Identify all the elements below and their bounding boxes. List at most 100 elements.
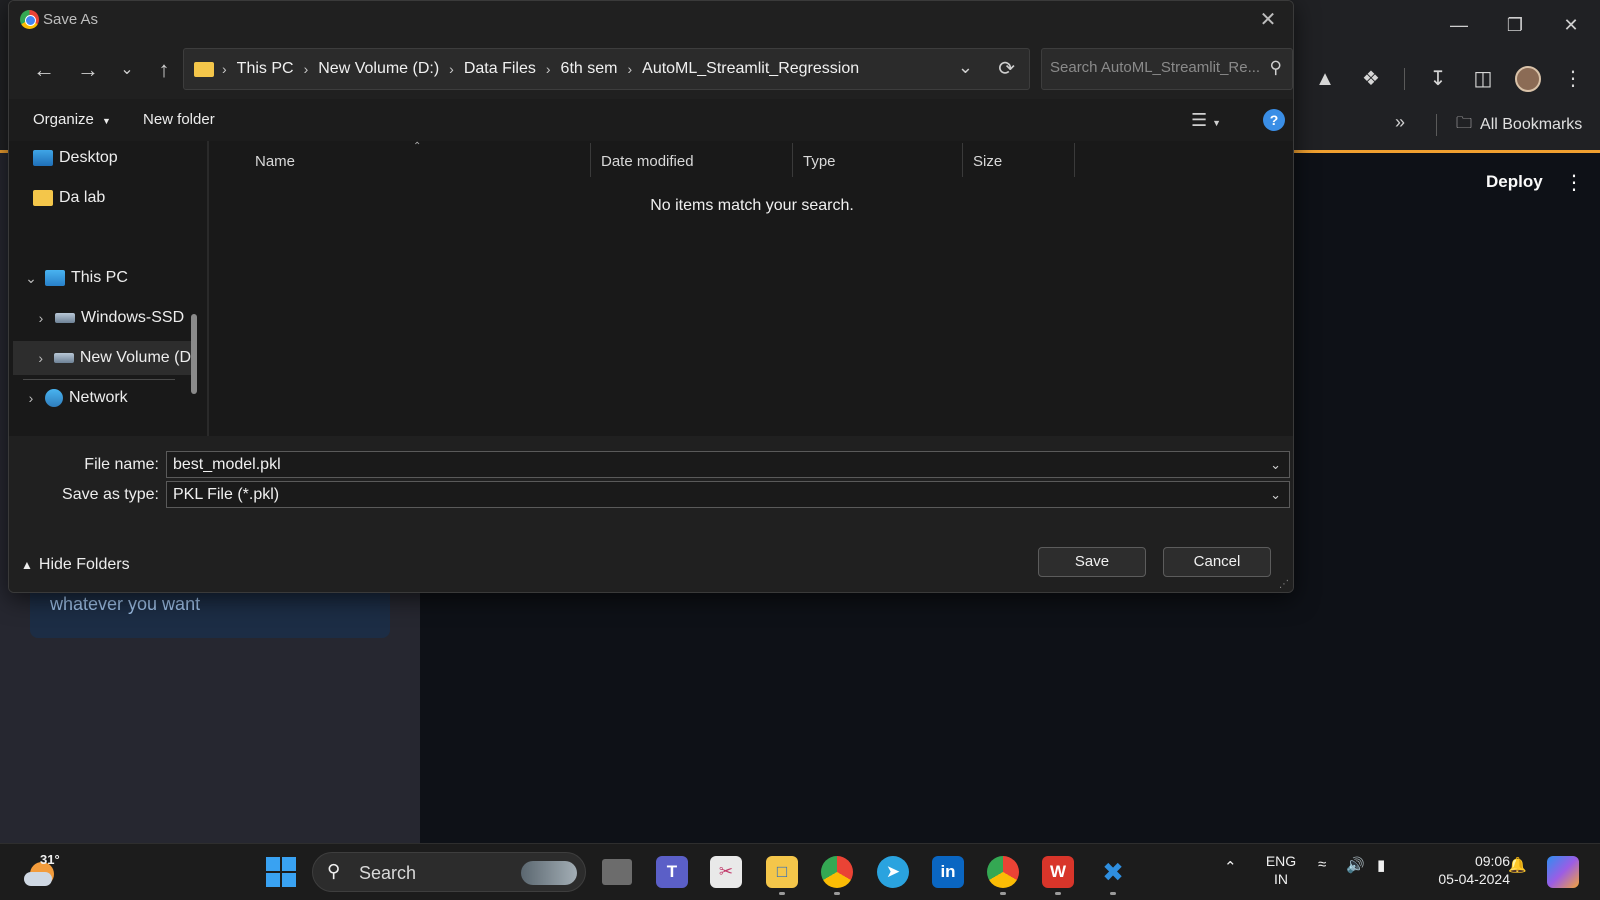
streamlit-menu-icon[interactable]: ⋮ <box>1564 170 1584 195</box>
nav-item-this-pc[interactable]: ⌄ This PC <box>21 261 128 295</box>
save-type-value: PKL File (*.pkl) <box>173 486 280 503</box>
running-indicator <box>1055 892 1061 895</box>
nav-item-network[interactable]: › Network <box>21 381 128 415</box>
chevron-up-icon[interactable]: ⌃ <box>1224 858 1237 876</box>
weather-temperature[interactable]: 31° <box>40 852 60 867</box>
search-input[interactable] <box>1050 59 1260 76</box>
chevron-down-icon[interactable]: ⌄ <box>21 270 41 287</box>
view-options-icon[interactable]: ☰ ▼ <box>1191 110 1221 131</box>
help-icon[interactable]: ? <box>1263 109 1285 131</box>
browser-close-icon[interactable]: ✕ <box>1553 10 1589 40</box>
nav-item-desktop[interactable]: Desktop <box>29 141 118 175</box>
folder-icon <box>33 190 53 206</box>
chrome-profile-icon[interactable] <box>987 856 1019 888</box>
browser-menu-icon[interactable]: ⋮ <box>1558 64 1588 94</box>
chevron-right-icon[interactable]: › <box>21 390 41 406</box>
nav-item-windows-ssd[interactable]: › Windows-SSD <box>31 301 184 335</box>
search-field[interactable]: ⚲ <box>1041 48 1293 90</box>
language-indicator[interactable]: ENG IN <box>1264 852 1298 888</box>
column-divider[interactable] <box>1074 143 1075 177</box>
file-name-field[interactable]: best_model.pkl ⌄ <box>166 451 1290 478</box>
breadcrumb-separator: › <box>303 61 309 77</box>
chevron-up-icon: ▲ <box>21 558 33 572</box>
save-options-panel: File name: best_model.pkl ⌄ Save as type… <box>9 436 1293 592</box>
save-type-select[interactable]: PKL File (*.pkl) ⌄ <box>166 481 1290 508</box>
breadcrumb-this-pc[interactable]: This PC <box>237 60 294 78</box>
column-name[interactable]: Name <box>247 147 587 177</box>
nav-label: Network <box>69 389 128 406</box>
start-icon[interactable] <box>265 856 297 888</box>
breadcrumb-new-volume[interactable]: New Volume (D:) <box>318 60 439 78</box>
task-view-icon[interactable] <box>602 859 632 885</box>
taskbar: 31° ⚲ Search T ✂ □ ➤ in W ✖ ⌃ ENG IN ≈ 🔊… <box>0 843 1600 900</box>
battery-icon[interactable]: ▮ <box>1377 856 1385 874</box>
save-button[interactable]: Save <box>1038 547 1146 577</box>
caret-down-icon: ▼ <box>102 116 111 126</box>
resize-grip-icon[interactable]: ⋰ <box>1279 579 1289 590</box>
column-size[interactable]: Size <box>965 147 1071 177</box>
notification-bell-icon[interactable]: 🔔 <box>1508 856 1527 874</box>
breadcrumb-6th-sem[interactable]: 6th sem <box>561 60 618 78</box>
address-bar[interactable]: › This PC › New Volume (D:) › Data Files… <box>183 48 1030 90</box>
save-type-label: Save as type: <box>62 486 159 503</box>
save-as-dialog: Save As ✕ ← → ⌄ ↑ › This PC › New Volume… <box>8 0 1294 593</box>
column-divider[interactable] <box>590 143 591 177</box>
more-bookmarks-icon[interactable]: » <box>1395 112 1405 133</box>
taskbar-search[interactable]: ⚲ Search <box>312 852 586 892</box>
all-bookmarks[interactable]: 🗀 All Bookmarks <box>1456 112 1582 138</box>
teams-icon[interactable]: T <box>656 856 688 888</box>
vscode-icon[interactable]: ✖ <box>1097 856 1129 888</box>
chevron-down-icon[interactable]: ⌄ <box>1270 452 1281 477</box>
file-name-value[interactable]: best_model.pkl <box>173 456 281 473</box>
search-icon[interactable]: ⚲ <box>1270 58 1282 78</box>
snipping-tool-icon[interactable]: ✂ <box>710 856 742 888</box>
clock[interactable]: 09:06 05-04-2024 <box>1418 852 1510 888</box>
hide-folders-button[interactable]: ▲ Hide Folders <box>21 556 130 574</box>
breadcrumb-automl[interactable]: AutoML_Streamlit_Regression <box>642 60 859 78</box>
volume-icon[interactable]: 🔊 <box>1346 856 1365 874</box>
nav-scrollbar[interactable] <box>191 314 197 394</box>
new-folder-button[interactable]: New folder <box>143 111 215 128</box>
recent-locations-icon[interactable]: ⌄ <box>112 55 142 85</box>
minimize-icon[interactable]: — <box>1441 10 1477 40</box>
cancel-button[interactable]: Cancel <box>1163 547 1271 577</box>
bookmarks-divider <box>1436 114 1437 136</box>
telegram-icon[interactable]: ➤ <box>877 856 909 888</box>
extension-flag-icon[interactable]: ▲ <box>1310 64 1340 94</box>
download-icon[interactable]: ↧ <box>1423 64 1453 94</box>
clock-time: 09:06 <box>1474 853 1510 869</box>
copilot-icon[interactable] <box>1547 856 1579 888</box>
breadcrumb-separator: › <box>545 61 551 77</box>
forward-icon[interactable]: → <box>73 55 103 85</box>
toolbar-divider <box>1404 68 1405 90</box>
deploy-button[interactable]: Deploy <box>1486 172 1543 192</box>
chevron-down-icon[interactable]: ⌄ <box>1270 482 1281 507</box>
wps-office-icon[interactable]: W <box>1042 856 1074 888</box>
chevron-right-icon[interactable]: › <box>31 310 51 326</box>
profile-avatar[interactable] <box>1515 66 1541 92</box>
column-type[interactable]: Type <box>795 147 959 177</box>
breadcrumb-data-files[interactable]: Data Files <box>464 60 536 78</box>
refresh-icon[interactable]: ⟳ <box>998 56 1015 81</box>
computer-icon <box>45 270 65 286</box>
column-divider[interactable] <box>792 143 793 177</box>
desktop-icon <box>33 150 53 166</box>
chrome-icon[interactable] <box>821 856 853 888</box>
organize-button[interactable]: Organize ▼ <box>33 111 111 128</box>
close-icon[interactable]: ✕ <box>1253 5 1283 35</box>
chevron-right-icon[interactable]: › <box>31 350 50 366</box>
address-history-dropdown-icon[interactable]: ⌄ <box>958 57 973 78</box>
file-explorer-icon[interactable]: □ <box>766 856 798 888</box>
extensions-icon[interactable]: ❖ <box>1356 64 1386 94</box>
back-icon[interactable]: ← <box>29 55 59 85</box>
wifi-icon[interactable]: ≈ <box>1318 856 1326 873</box>
column-divider[interactable] <box>962 143 963 177</box>
organize-label: Organize <box>33 111 94 128</box>
side-panel-icon[interactable]: ◫ <box>1468 64 1498 94</box>
column-date-modified[interactable]: Date modified <box>593 147 789 177</box>
up-icon[interactable]: ↑ <box>149 55 179 85</box>
linkedin-icon[interactable]: in <box>932 856 964 888</box>
nav-item-da-lab[interactable]: Da lab <box>29 181 105 215</box>
nav-item-new-volume[interactable]: › New Volume (D <box>13 341 191 375</box>
restore-icon[interactable]: ❐ <box>1497 10 1533 40</box>
